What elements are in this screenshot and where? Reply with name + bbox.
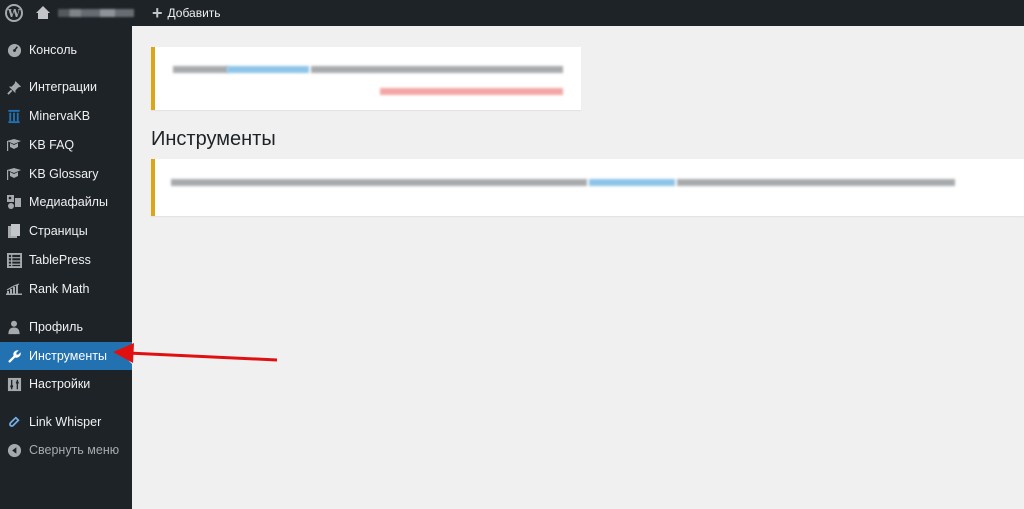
notice-text-blurred [171,179,587,186]
pin-icon [6,79,22,95]
dashboard-icon [6,42,22,58]
sidebar-item-label: KB Glossary [29,167,99,181]
home-icon [36,6,50,20]
sidebar-item-label: Профиль [29,320,83,334]
sidebar-item-label: Консоль [29,43,78,57]
sidebar-item-label: Настройки [29,377,91,391]
notice-link-blurred[interactable] [227,66,309,73]
sidebar-item-label: Инструменты [29,349,107,363]
collapse-menu-button[interactable]: Свернуть меню [0,436,132,464]
sidebar-item-kb-glossary[interactable]: KB Glossary [0,160,132,188]
media-icon [6,194,22,210]
new-content-menu[interactable]: + Добавить [142,0,229,26]
admin-sidebar: Консоль Интеграции MinervaKB KB FAQ KB G… [0,26,132,509]
admin-notice-warning [151,159,1024,216]
sidebar-item-profile[interactable]: Профиль [0,313,132,341]
sidebar-item-integrations[interactable]: Интеграции [0,73,132,101]
settings-icon [6,376,22,392]
sidebar-item-tablepress[interactable]: TablePress [0,246,132,274]
bank-icon [6,108,22,124]
sidebar-item-label: Link Whisper [29,415,102,429]
link-icon [6,414,22,430]
sidebar-item-pages[interactable]: Страницы [0,217,132,245]
wordpress-logo-icon: W [5,4,23,22]
sidebar-item-media[interactable]: Медиафайлы [0,188,132,216]
chart-icon [6,281,22,297]
sidebar-item-label: TablePress [29,253,91,267]
site-name-menu[interactable] [28,0,142,26]
sidebar-item-minervakb[interactable]: MinervaKB [0,102,132,130]
notice-text-blurred [677,179,955,186]
sidebar-item-console[interactable]: Консоль [0,36,132,64]
pages-icon [6,223,22,239]
admin-notice-warning [151,47,581,110]
sidebar-item-label: MinervaKB [29,109,91,123]
plus-icon: + [152,3,163,23]
sidebar-item-rank-math[interactable]: Rank Math [0,275,132,303]
user-icon [6,319,22,335]
page-title: Инструменты [151,128,276,150]
wp-logo-menu[interactable]: W [0,0,28,26]
wrench-icon [6,348,22,364]
sidebar-item-label: Свернуть меню [29,443,120,457]
sidebar-item-label: Интеграции [29,80,98,94]
admin-bar: W + Добавить [0,0,1024,26]
sidebar-item-settings[interactable]: Настройки [0,370,132,398]
notice-action-link-blurred[interactable] [380,88,563,95]
mortarboard-icon [6,166,22,182]
notice-link-blurred[interactable] [589,179,675,186]
notice-text-blurred [173,66,228,73]
mortarboard-icon [6,137,22,153]
sidebar-item-label: Страницы [29,224,88,238]
collapse-icon [6,442,22,458]
current-menu-notch [124,348,132,364]
site-name-blurred [58,9,134,17]
sidebar-item-label: Медиафайлы [29,195,108,209]
sidebar-item-link-whisper[interactable]: Link Whisper [0,408,132,436]
sidebar-item-tools[interactable]: Инструменты [0,342,132,370]
table-icon [6,252,22,268]
sidebar-item-kb-faq[interactable]: KB FAQ [0,131,132,159]
new-content-label: Добавить [167,6,221,20]
notice-text-blurred [311,66,563,73]
arrow-shaft [127,351,278,362]
sidebar-item-label: Rank Math [29,282,90,296]
sidebar-item-label: KB FAQ [29,138,75,152]
